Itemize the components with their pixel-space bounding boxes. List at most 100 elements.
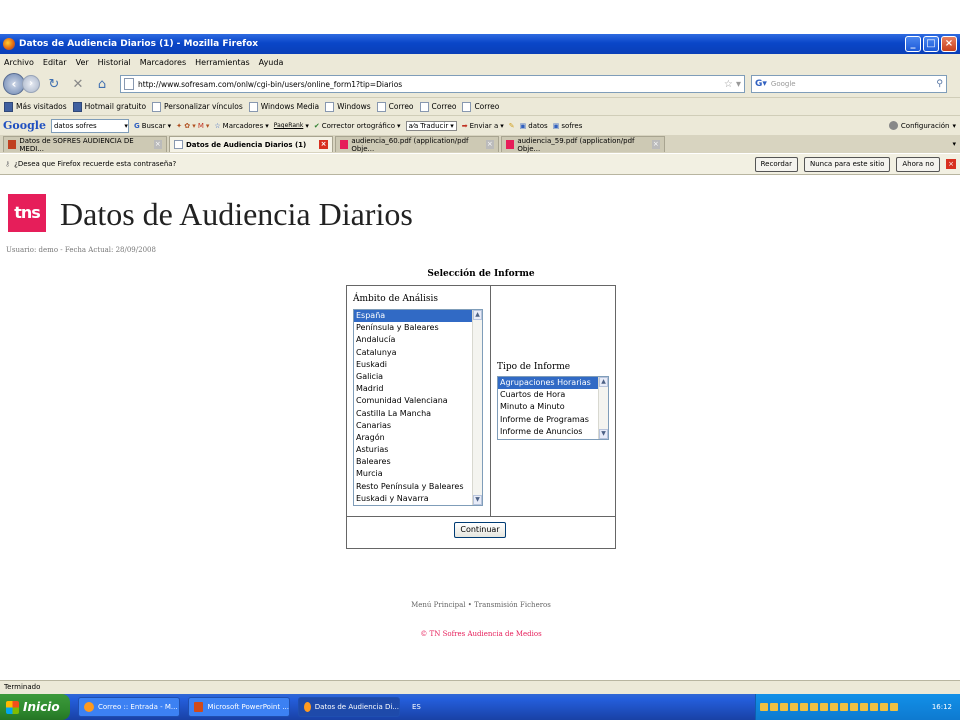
bookmark-windows[interactable]: Windows: [325, 101, 371, 112]
tab-audiencia-60[interactable]: audiencia_60.pdf (application/pdf Obje..…: [335, 136, 499, 153]
tab-datos-audiencia[interactable]: Datos de Audiencia Diarios (1) ×: [169, 136, 333, 152]
language-indicator[interactable]: ES: [412, 703, 421, 711]
list-option[interactable]: Cuartos de Hora: [498, 389, 608, 401]
bookmark-correo-2[interactable]: Correo: [419, 101, 456, 112]
tab-sofres-audiencia[interactable]: Datos de SOFRES AUDIENCIA DE MEDI... ×: [3, 136, 167, 153]
list-option[interactable]: Comunidad Valenciana: [354, 395, 482, 407]
tray-icon[interactable]: [800, 703, 808, 711]
list-option[interactable]: Madrid: [354, 383, 482, 395]
ahora-no-button[interactable]: Ahora no: [896, 156, 940, 172]
menu-archivo[interactable]: Archivo: [4, 58, 34, 67]
search-box[interactable]: G▾ Google ⚲: [751, 75, 947, 93]
tray-icon[interactable]: [820, 703, 828, 711]
stop-icon[interactable]: ✕: [68, 77, 88, 92]
continuar-button[interactable]: Continuar: [454, 522, 506, 538]
menu-marcadores[interactable]: Marcadores: [140, 58, 186, 67]
footer-links[interactable]: Menú Principal • Transmisión Ficheros: [346, 601, 616, 609]
tab-close-icon[interactable]: ×: [485, 140, 494, 149]
list-option[interactable]: Aragón: [354, 432, 482, 444]
toolbar-widgets-icon[interactable]: ✦ ✿ ▾ M ▾: [176, 122, 209, 130]
menu-editar[interactable]: Editar: [43, 58, 67, 67]
scroll-up-icon[interactable]: ▲: [473, 310, 482, 320]
list-option[interactable]: Resto Península y Baleares: [354, 481, 482, 493]
tray-icon[interactable]: [860, 703, 868, 711]
tray-icon[interactable]: [780, 703, 788, 711]
menu-ayuda[interactable]: Ayuda: [259, 58, 284, 67]
google-engine-icon[interactable]: G▾: [755, 79, 767, 89]
bookmark-correo-1[interactable]: Correo: [376, 101, 414, 112]
close-button[interactable]: ×: [941, 36, 957, 52]
scroll-down-icon[interactable]: ▼: [599, 429, 608, 439]
tray-icon[interactable]: [850, 703, 858, 711]
bookmark-mas-visitados[interactable]: Más visitados: [4, 101, 67, 112]
google-datos-button[interactable]: ▣ datos: [520, 122, 548, 130]
list-option[interactable]: Informe de Anuncios: [498, 426, 608, 438]
tray-icon[interactable]: [770, 703, 778, 711]
list-option[interactable]: Euskadi: [354, 359, 482, 371]
list-option[interactable]: Asturias: [354, 444, 482, 456]
tray-icon[interactable]: [870, 703, 878, 711]
maximize-button[interactable]: □: [923, 36, 939, 52]
nunca-button[interactable]: Nunca para este sitio: [803, 156, 891, 172]
list-option[interactable]: Informe de Programas: [498, 414, 608, 426]
tab-list-icon[interactable]: ▾: [952, 140, 960, 148]
configuracion-button[interactable]: Configuración ▾: [888, 121, 960, 130]
google-traducir-button[interactable]: a⁄a Traducir ▾: [405, 120, 457, 131]
tab-close-icon[interactable]: ×: [319, 140, 328, 149]
menu-herramientas[interactable]: Herramientas: [195, 58, 250, 67]
home-icon[interactable]: ⌂: [92, 77, 112, 92]
search-icon[interactable]: ⚲: [936, 79, 946, 89]
tray-icon[interactable]: [830, 703, 838, 711]
task-correo[interactable]: Correo :: Entrada - M...: [78, 697, 180, 717]
close-icon[interactable]: ×: [946, 159, 956, 169]
start-button[interactable]: Inicio: [0, 694, 70, 720]
tray-icon[interactable]: [760, 703, 768, 711]
google-buscar-button[interactable]: G Buscar ▾: [134, 122, 171, 130]
tab-close-icon[interactable]: ×: [651, 140, 660, 149]
list-option[interactable]: Andalucía: [354, 334, 482, 346]
tray-icon[interactable]: [790, 703, 798, 711]
list-option[interactable]: España: [354, 310, 482, 323]
list-option[interactable]: Agrupaciones Horarias: [498, 377, 608, 390]
google-marcadores-button[interactable]: ☆ Marcadores ▾: [214, 122, 268, 130]
tray-icon[interactable]: [890, 703, 898, 711]
list-option[interactable]: Canarias: [354, 420, 482, 432]
task-powerpoint[interactable]: Microsoft PowerPoint ...: [188, 697, 290, 717]
tray-icon[interactable]: [810, 703, 818, 711]
reload-icon[interactable]: ↻: [44, 77, 64, 92]
bookmark-hotmail[interactable]: Hotmail gratuito: [72, 101, 146, 112]
list-option[interactable]: Minuto a Minuto: [498, 401, 608, 413]
tray-icon[interactable]: [840, 703, 848, 711]
scrollbar[interactable]: ▲ ▼: [472, 310, 482, 505]
bookmark-star-icon[interactable]: ☆ ▾: [724, 79, 744, 90]
tray-icon[interactable]: [880, 703, 888, 711]
google-search-input[interactable]: datos sofres ▾: [50, 118, 129, 133]
tab-audiencia-59[interactable]: audiencia_59.pdf (application/pdf Obje..…: [501, 136, 665, 153]
tab-close-icon[interactable]: ×: [153, 140, 163, 149]
highlight-icon[interactable]: ✎: [509, 122, 515, 130]
minimize-button[interactable]: _: [905, 36, 921, 52]
google-corrector-button[interactable]: ✔ Corrector ortográfico ▾: [314, 122, 401, 130]
task-datos-audiencia[interactable]: Datos de Audiencia Di...: [298, 697, 400, 717]
list-option[interactable]: Murcia: [354, 468, 482, 480]
tipo-listbox[interactable]: Agrupaciones Horarias Cuartos de Hora Minu…: [497, 376, 609, 440]
scrollbar[interactable]: ▲ ▼: [598, 377, 608, 439]
list-option[interactable]: Catalunya: [354, 347, 482, 359]
list-option[interactable]: Baleares: [354, 456, 482, 468]
google-enviar-button[interactable]: ➡ Enviar a ▾: [462, 122, 504, 130]
forward-button[interactable]: ›: [22, 75, 40, 93]
menu-historial[interactable]: Historial: [98, 58, 131, 67]
dropdown-arrow-icon[interactable]: ▾: [124, 122, 128, 130]
list-option[interactable]: Península y Baleares: [354, 322, 482, 334]
pagerank-indicator[interactable]: PageRank ▾: [274, 122, 309, 130]
bookmark-correo-3[interactable]: Correo: [462, 101, 499, 112]
list-option[interactable]: Euskadi y Navarra: [354, 493, 482, 505]
address-bar[interactable]: http://www.sofresam.com/onlw/cgi-bin/use…: [120, 75, 745, 93]
list-option[interactable]: Castilla La Mancha: [354, 408, 482, 420]
menu-ver[interactable]: Ver: [76, 58, 89, 67]
scroll-up-icon[interactable]: ▲: [599, 377, 608, 387]
ambito-listbox[interactable]: España Península y Baleares Andalucía Catal…: [353, 309, 483, 506]
bookmark-personalizar[interactable]: Personalizar vínculos: [152, 101, 243, 112]
list-option[interactable]: Galicia: [354, 371, 482, 383]
google-sofres-button[interactable]: ▣ sofres: [553, 122, 583, 130]
